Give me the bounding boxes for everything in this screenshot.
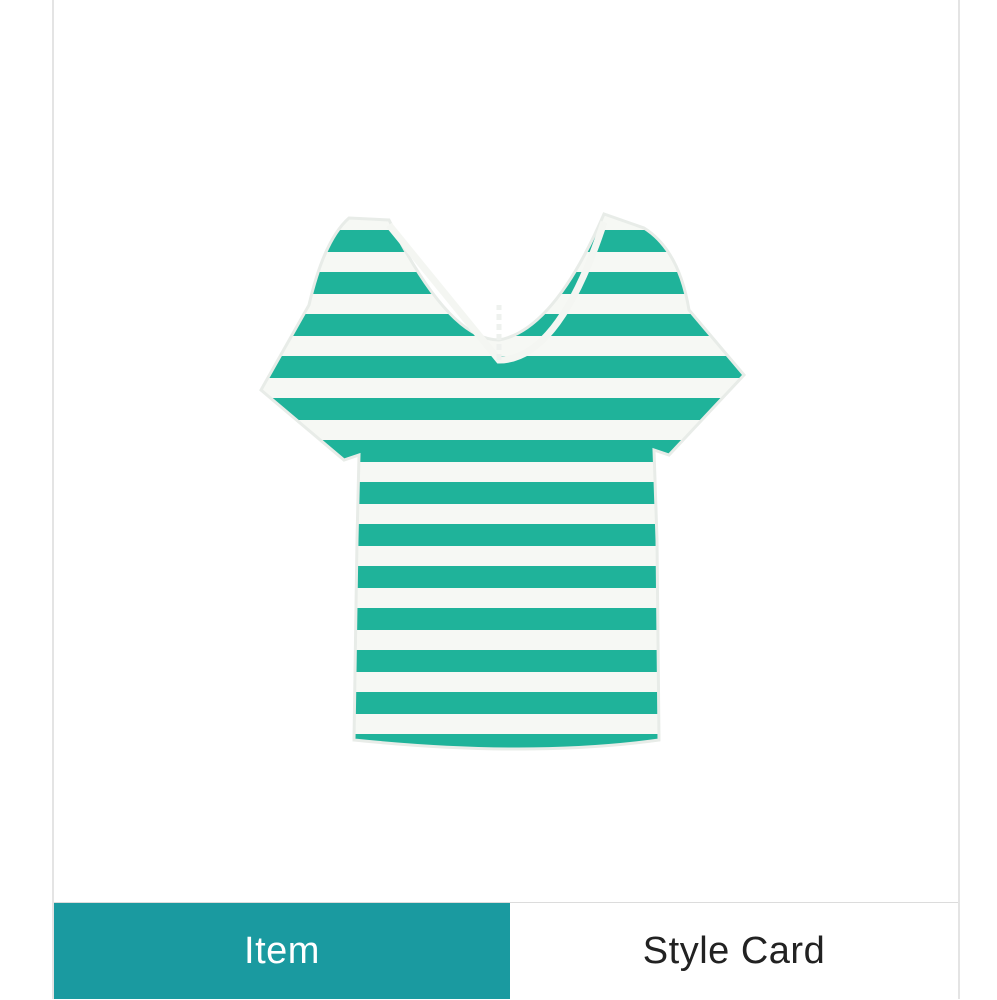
tab-style-card[interactable]: Style Card (510, 903, 958, 999)
shirt-stripe (261, 650, 744, 672)
product-image-area (54, 0, 958, 902)
shirt-stripe (261, 608, 744, 630)
shirt-stripe (261, 524, 744, 546)
shirt-stripe (261, 398, 744, 420)
product-card: Item Style Card (52, 0, 960, 999)
striped-tshirt-image[interactable] (254, 210, 754, 760)
shirt-stripe (261, 734, 744, 749)
shirt-stripe (261, 566, 744, 588)
shirt-stripe (261, 314, 744, 336)
shirt-stripe (261, 692, 744, 714)
tab-bar: Item Style Card (54, 902, 958, 999)
tab-item[interactable]: Item (54, 903, 510, 999)
shirt-stripe (261, 482, 744, 504)
